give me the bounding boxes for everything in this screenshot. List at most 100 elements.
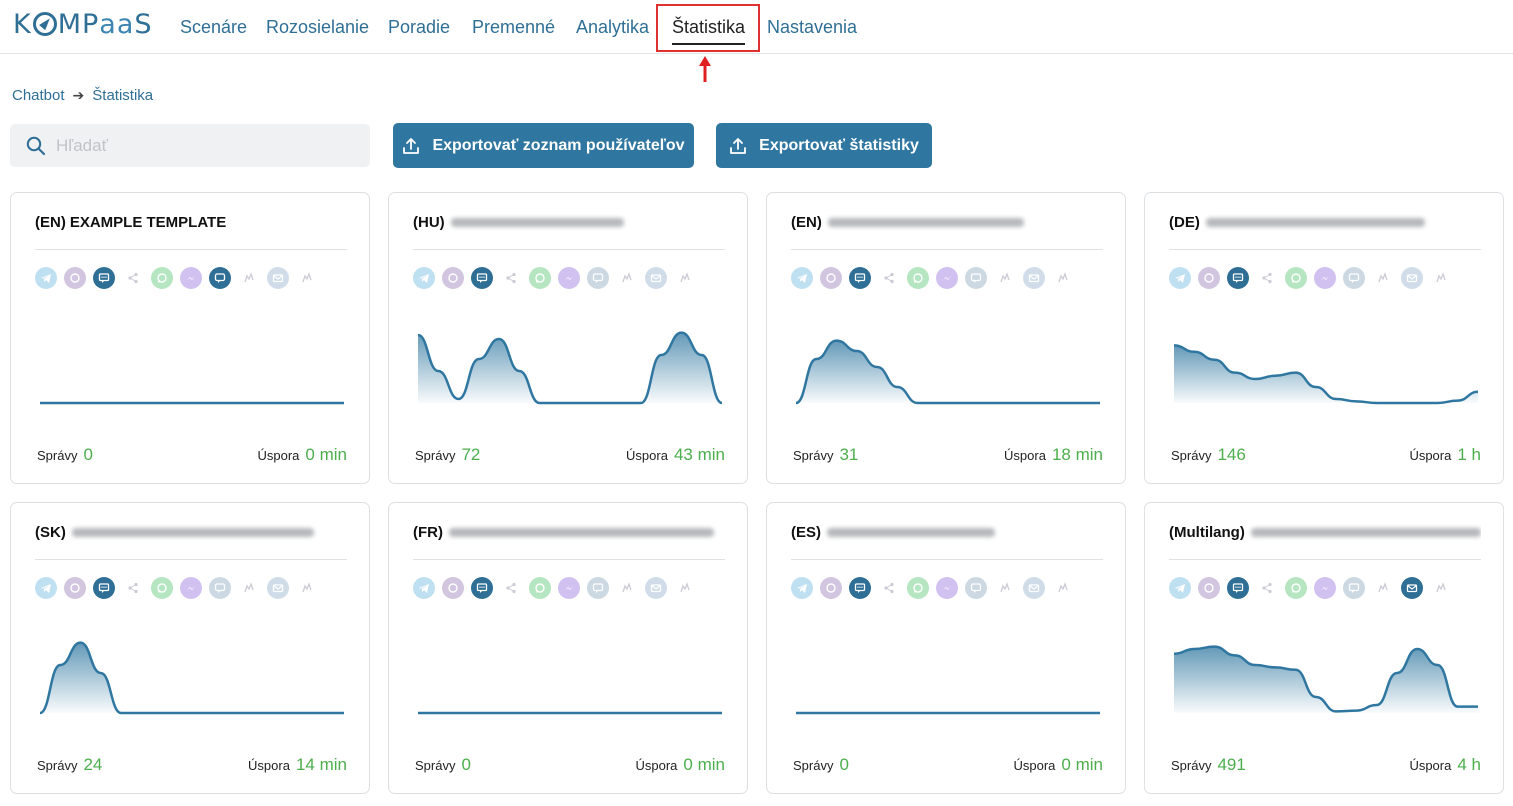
messages-label: Správy bbox=[1171, 448, 1212, 463]
export-stats-label: Exportovať štatistiky bbox=[759, 136, 919, 154]
savings-label: Úspora bbox=[257, 448, 300, 463]
chatbot-stat-card[interactable]: (SK) Správy 24 Úspora 14 min bbox=[10, 502, 370, 794]
telegram-icon bbox=[791, 577, 813, 599]
share-icon bbox=[878, 577, 900, 599]
breadcrumb-chatbot[interactable]: Chatbot bbox=[12, 87, 65, 104]
email-icon bbox=[645, 267, 667, 289]
savings-label: Úspora bbox=[626, 448, 668, 463]
nav-scenare[interactable]: Scenáre bbox=[180, 17, 247, 38]
compass-icon bbox=[32, 12, 57, 36]
kompas-logo[interactable]: K MP aa S bbox=[13, 8, 153, 40]
messages-label: Správy bbox=[415, 448, 456, 463]
whatsapp-icon bbox=[151, 577, 173, 599]
arrow-up-annotation-icon bbox=[699, 56, 711, 82]
webchat-icon bbox=[471, 577, 493, 599]
viber-icon bbox=[442, 577, 464, 599]
time-savings: Úspora 0 min bbox=[1014, 755, 1104, 775]
logo-letters-accent: aa bbox=[99, 8, 135, 40]
zapier-icon bbox=[616, 577, 638, 599]
email-icon bbox=[1023, 267, 1045, 289]
search-box bbox=[10, 124, 370, 167]
telegram-icon bbox=[413, 267, 435, 289]
chatbot-stat-card[interactable]: (ES) Správy 0 Úspora 0 min bbox=[766, 502, 1126, 794]
zapier-icon bbox=[1372, 577, 1394, 599]
chatbot-stat-card[interactable]: (EN) EXAMPLE TEMPLATE Správy 0 Úspora 0 min bbox=[10, 192, 370, 484]
zapier-icon bbox=[238, 577, 260, 599]
messages-count: Správy 31 bbox=[793, 445, 858, 465]
card-divider bbox=[1169, 559, 1481, 560]
upload-icon bbox=[403, 137, 420, 154]
messages-label: Správy bbox=[415, 758, 456, 773]
redacted-title bbox=[827, 528, 995, 537]
messages-count: Správy 72 bbox=[415, 445, 480, 465]
chatbot-stat-card[interactable]: (Multilang) Správy 491 Úspora 4 h bbox=[1144, 502, 1504, 794]
api-icon bbox=[296, 267, 318, 289]
chatbot-stat-card[interactable]: (FR) Správy 0 Úspora 0 min bbox=[388, 502, 748, 794]
messages-value: 0 bbox=[83, 445, 93, 464]
export-users-button[interactable]: Exportovať zoznam používateľov bbox=[393, 123, 694, 168]
card-language-prefix: (HU) bbox=[413, 214, 445, 231]
webchat-icon bbox=[93, 267, 115, 289]
chatbot-stat-card[interactable]: (EN) Správy 31 Úspora 18 min bbox=[766, 192, 1126, 484]
savings-value: 0 min bbox=[1061, 755, 1103, 774]
logo-letter: K bbox=[13, 8, 32, 40]
email-icon bbox=[267, 267, 289, 289]
viber-icon bbox=[442, 267, 464, 289]
viber-icon bbox=[64, 577, 86, 599]
messages-value: 72 bbox=[461, 445, 481, 464]
chat-icon bbox=[1343, 577, 1365, 599]
messages-label: Správy bbox=[793, 758, 834, 773]
zapier-icon bbox=[994, 267, 1016, 289]
search-input[interactable] bbox=[56, 135, 336, 156]
chat-icon bbox=[587, 577, 609, 599]
share-icon bbox=[122, 577, 144, 599]
nav-nastavenia[interactable]: Nastavenia bbox=[767, 17, 857, 38]
messenger-icon bbox=[558, 267, 580, 289]
arrow-right-icon: ➔ bbox=[72, 87, 85, 103]
messenger-icon bbox=[936, 577, 958, 599]
zapier-icon bbox=[616, 267, 638, 289]
webchat-icon bbox=[471, 267, 493, 289]
card-title: (SK) bbox=[35, 524, 347, 541]
whatsapp-icon bbox=[529, 577, 551, 599]
chatbot-stat-card[interactable]: (DE) Správy 146 Úspora 1 h bbox=[1144, 192, 1504, 484]
telegram-icon bbox=[1169, 267, 1191, 289]
chat-icon bbox=[587, 267, 609, 289]
webchat-icon bbox=[849, 267, 871, 289]
trend-area bbox=[796, 340, 1100, 403]
chatbot-stat-card[interactable]: (HU) Správy 72 Úspora 43 min bbox=[388, 192, 748, 484]
viber-icon bbox=[820, 267, 842, 289]
card-title: (Multilang) bbox=[1169, 524, 1481, 541]
whatsapp-icon bbox=[1285, 267, 1307, 289]
messages-trend-chart bbox=[39, 641, 344, 715]
webchat-icon bbox=[849, 577, 871, 599]
email-icon bbox=[1401, 577, 1423, 599]
export-users-label: Exportovať zoznam používateľov bbox=[432, 136, 685, 154]
card-language-prefix: (DE) bbox=[1169, 214, 1200, 231]
messenger-icon bbox=[936, 267, 958, 289]
savings-value: 14 min bbox=[295, 755, 347, 774]
nav-rozosielanie[interactable]: Rozosielanie bbox=[266, 17, 369, 38]
email-icon bbox=[645, 577, 667, 599]
card-language-prefix: (EN) bbox=[791, 214, 822, 231]
api-icon bbox=[1052, 577, 1074, 599]
messages-value: 146 bbox=[1217, 445, 1246, 464]
time-savings: Úspora 0 min bbox=[636, 755, 726, 775]
channel-icons bbox=[791, 267, 1074, 289]
api-icon bbox=[296, 577, 318, 599]
api-icon bbox=[674, 577, 696, 599]
share-icon bbox=[1256, 577, 1278, 599]
nav-analytika[interactable]: Analytika bbox=[576, 17, 649, 38]
email-icon bbox=[1023, 577, 1045, 599]
zapier-icon bbox=[238, 267, 260, 289]
messages-value: 491 bbox=[1217, 755, 1246, 774]
nav-premenne[interactable]: Premenné bbox=[472, 17, 555, 38]
breadcrumb: Chatbot ➔ Štatistika bbox=[12, 87, 153, 104]
nav-poradie[interactable]: Poradie bbox=[388, 17, 450, 38]
export-stats-button[interactable]: Exportovať štatistiky bbox=[716, 123, 932, 168]
redacted-title bbox=[450, 218, 624, 227]
viber-icon bbox=[64, 267, 86, 289]
zapier-icon bbox=[1372, 267, 1394, 289]
logo-letter-end: S bbox=[134, 8, 153, 40]
redacted-title bbox=[71, 528, 314, 537]
